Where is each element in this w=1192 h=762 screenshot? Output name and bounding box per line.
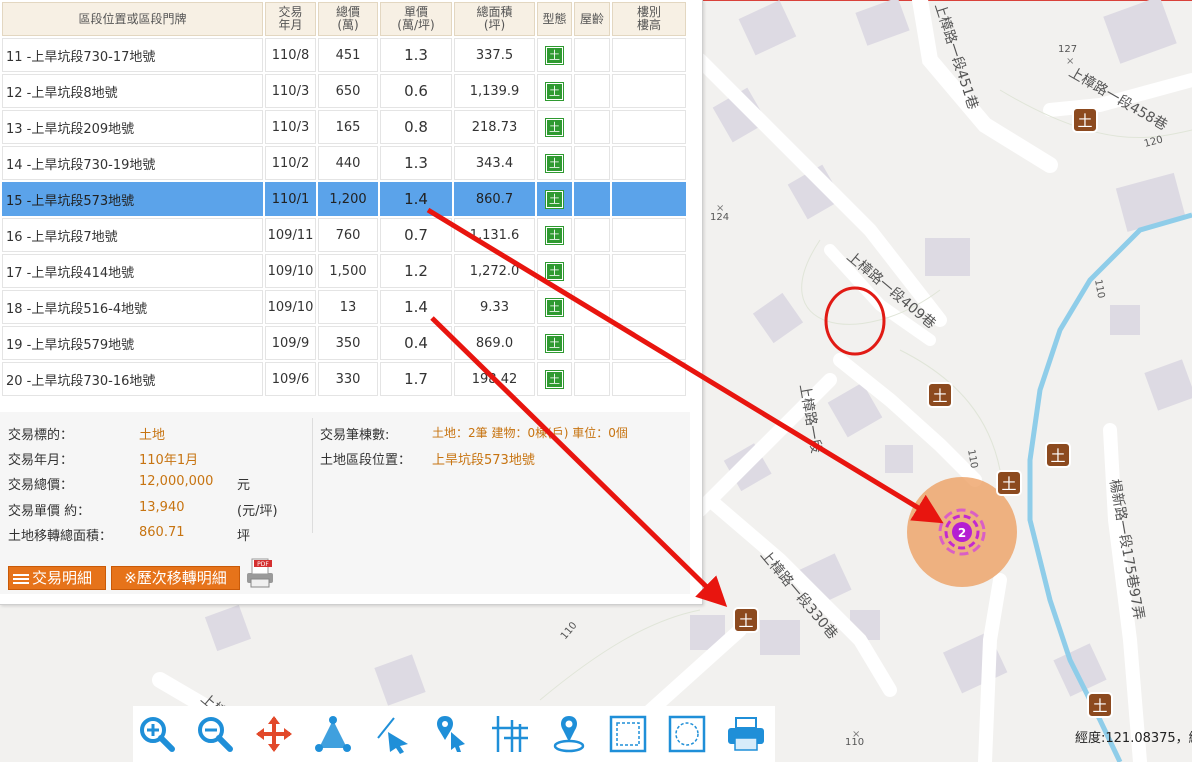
pan-icon[interactable] [254,714,294,754]
coordinate-grid-icon[interactable] [490,714,530,754]
arrow-annotations [426,207,944,607]
gps-locate-icon[interactable] [549,714,589,754]
select-area-icon[interactable] [608,714,648,754]
measure-area-icon[interactable] [313,714,353,754]
print-icon[interactable] [726,714,766,754]
coordinate-readout: 經度:121.08375，緯 [1075,731,1192,746]
measure-distance-icon[interactable] [372,714,412,754]
clear-area-icon[interactable] [667,714,707,754]
map-toolbar [133,706,775,762]
arrow-to-cluster [426,207,944,524]
zoom-out-icon[interactable] [195,714,235,754]
zoom-in-icon[interactable] [137,714,177,754]
locate-click-icon[interactable] [431,714,471,754]
